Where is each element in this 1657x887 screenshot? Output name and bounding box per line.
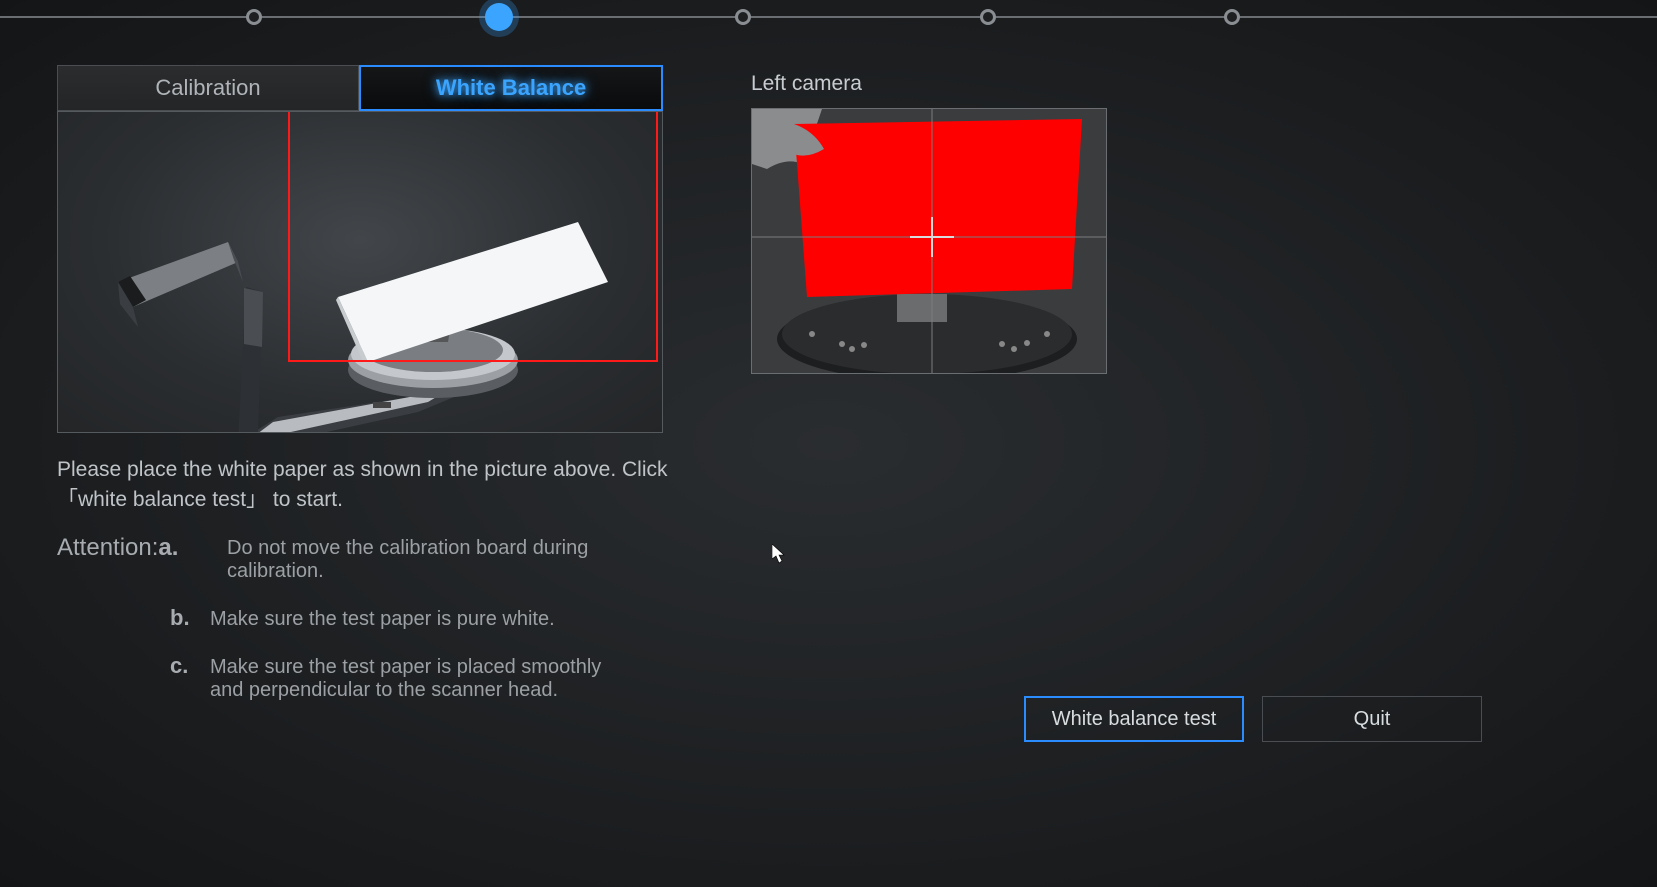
tab-calibration[interactable]: Calibration: [57, 65, 359, 111]
attention-letter-b: b.: [170, 605, 210, 631]
attention-item-a: Do not move the calibration board during…: [227, 534, 657, 583]
white-balance-test-button[interactable]: White balance test: [1024, 696, 1244, 742]
tab-bar: Calibration White Balance: [57, 65, 663, 111]
step-dot-3: [735, 9, 751, 25]
step-dot-2-active: [485, 3, 513, 31]
attention-letter-c: c.: [170, 653, 210, 702]
instruction-text: Please place the white paper as shown in…: [57, 455, 697, 516]
camera-feed-left: [751, 108, 1107, 374]
attention-item-c: Make sure the test paper is placed smoot…: [210, 653, 640, 702]
quit-button[interactable]: Quit: [1262, 696, 1482, 742]
step-dot-5: [1224, 9, 1240, 25]
attention-item-b: Make sure the test paper is pure white.: [210, 605, 555, 631]
step-dot-1: [246, 9, 262, 25]
progress-stepper: [0, 16, 1657, 18]
attention-label: Attention:a.: [57, 534, 227, 583]
step-dot-4: [980, 9, 996, 25]
mouse-cursor-icon: [772, 544, 786, 564]
illustration-scanner-setup: [57, 111, 663, 433]
tab-white-balance[interactable]: White Balance: [359, 65, 663, 111]
camera-label: Left camera: [751, 72, 1107, 96]
